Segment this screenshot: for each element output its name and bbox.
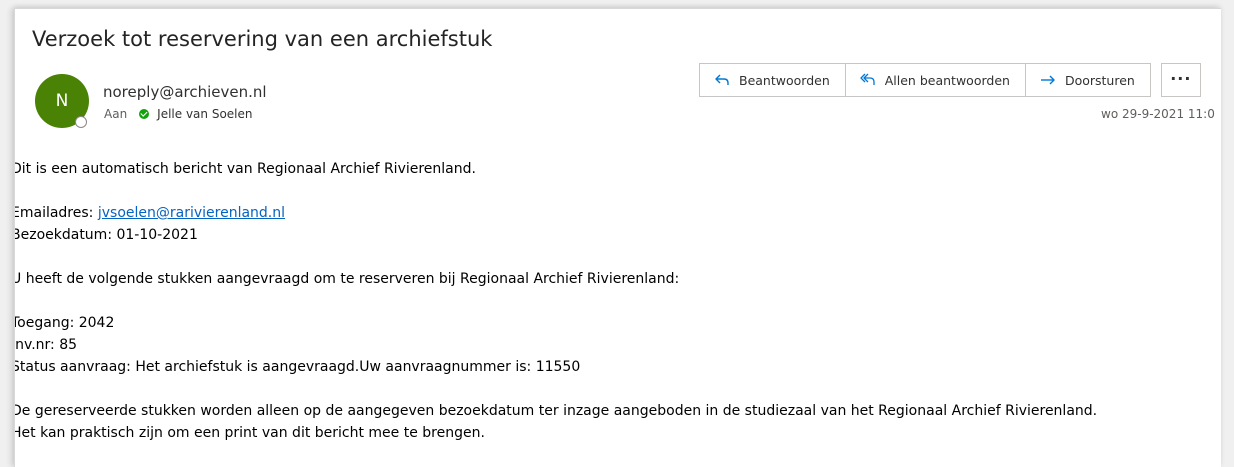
sender-address[interactable]: noreply@archieven.nl [103, 83, 267, 101]
forward-label: Doorsturen [1064, 72, 1135, 88]
email-reading-pane: Verzoek tot reservering van een archiefs… [14, 8, 1221, 467]
body-note-1: De gereserveerde stukken worden alleen o… [14, 403, 1098, 419]
available-check-icon [139, 109, 150, 119]
message-actions-toolbar: Beantwoorden Allen beantwoorden Doorstur… [699, 63, 1201, 99]
reply-all-label: Allen beantwoorden [884, 72, 1010, 88]
to-label: Aan [104, 107, 128, 121]
email-subject: Verzoek tot reservering van een archiefs… [32, 27, 493, 51]
body-invnr: Inv.nr: 85 [14, 337, 78, 353]
forward-arrow-icon [1040, 75, 1055, 85]
body-email-line: Emailadres: jvsoelen@rarivierenland.nl [14, 202, 1097, 224]
email-body: Dit is een automatisch bericht van Regio… [14, 158, 1098, 444]
body-request-intro: U heeft de volgende stukken aangevraagd … [14, 271, 680, 287]
forward-button[interactable]: Doorsturen [1024, 63, 1151, 97]
reply-label: Beantwoorden [739, 72, 830, 88]
reply-all-button[interactable]: Allen beantwoorden [844, 63, 1026, 97]
email-label: Emailadres: [14, 205, 94, 221]
recipient-name[interactable]: Jelle van Soelen [157, 107, 252, 121]
presence-status-icon [75, 116, 87, 128]
recipient-row: Aan Jelle van Soelen [104, 107, 253, 121]
ellipsis-icon: ··· [1170, 69, 1192, 88]
body-note-2: Het kan praktisch zijn om een print van … [14, 425, 485, 441]
reply-all-arrow-icon [860, 73, 875, 85]
reply-button[interactable]: Beantwoorden [699, 63, 846, 97]
sent-timestamp: wo 29-9-2021 11:0 [1101, 107, 1215, 121]
body-intro: Dit is een automatisch bericht van Regio… [14, 161, 476, 177]
reply-arrow-icon [715, 74, 729, 85]
body-toegang: Toegang: 2042 [14, 315, 115, 331]
more-actions-button[interactable]: ··· [1160, 63, 1201, 97]
body-visit-date: Bezoekdatum: 01-10-2021 [14, 227, 198, 243]
body-status: Status aanvraag: Het archiefstuk is aang… [14, 359, 581, 375]
email-link[interactable]: jvsoelen@rarivierenland.nl [98, 205, 285, 221]
